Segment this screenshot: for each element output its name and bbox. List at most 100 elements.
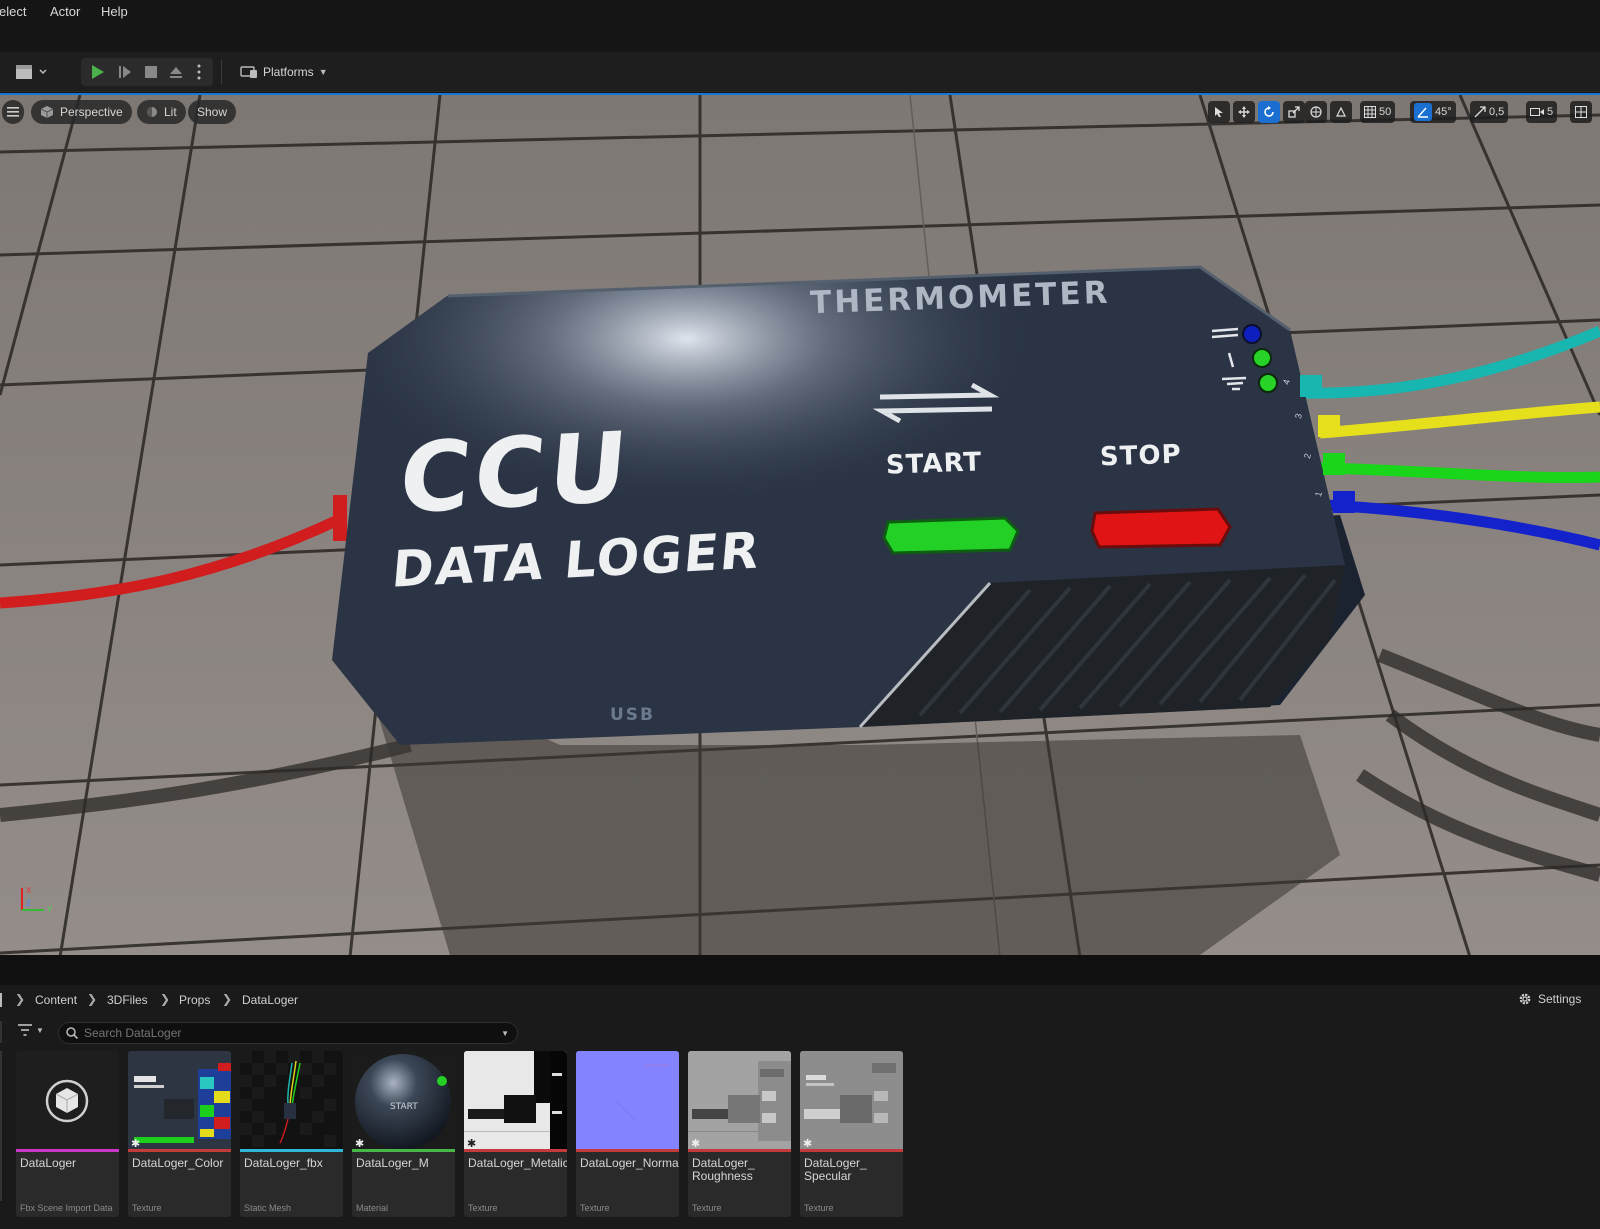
asset-name: DataLoger_Metalic <box>468 1156 567 1170</box>
material-sphere-preview: START <box>355 1054 451 1149</box>
scene-import-icon <box>45 1079 89 1123</box>
asset-tile[interactable]: ✱ DataLoger_ Roughness Texture <box>688 1051 791 1217</box>
chevron-right-icon: ❯ <box>87 992 98 1006</box>
breadcrumb-dataloger[interactable]: DataLoger <box>242 993 298 1007</box>
asset-type: Texture <box>580 1203 610 1213</box>
viewport-menu-button[interactable] <box>2 100 24 124</box>
grid-snap-button: 50 <box>1360 101 1396 123</box>
settings-label: Settings <box>1538 992 1582 1006</box>
asset-type: Fbx Scene Import Data <box>20 1203 113 1213</box>
chevron-right-icon: ❯ <box>15 992 26 1006</box>
asset-tile[interactable]: DataLoger_fbx Static Mesh <box>240 1051 343 1217</box>
breadcrumb-3dfiles[interactable]: 3DFiles <box>107 993 148 1007</box>
play-icon[interactable] <box>86 61 108 83</box>
asset-name: DataLoger <box>20 1156 77 1170</box>
chevron-down-icon: ▼ <box>318 67 328 77</box>
settings-button[interactable]: Settings <box>1518 992 1581 1006</box>
select-mode-icon[interactable] <box>1208 101 1230 123</box>
camera-speed-control[interactable]: 5 <box>1526 99 1558 125</box>
menu-actor[interactable]: Actor <box>50 4 80 19</box>
asset-grid: DataLoger Fbx Scene Import Data ✱ DataLo… <box>0 1051 1600 1229</box>
chevron-right-icon: ❯ <box>160 992 171 1006</box>
perspective-button[interactable]: Perspective <box>31 100 132 124</box>
lit-button[interactable]: Lit <box>137 100 186 124</box>
star-icon: ✱ <box>131 1138 141 1149</box>
color-texture-preview <box>128 1051 231 1149</box>
asset-thumbnail: ✱ <box>464 1051 567 1149</box>
main-toolbar: Platforms ▼ <box>0 52 1600 92</box>
transform-tools <box>1208 99 1305 125</box>
asset-tile[interactable]: DataLoger Fbx Scene Import Data <box>16 1051 119 1217</box>
camera-speed-value: 5 <box>1547 106 1554 118</box>
layout-grid-icon[interactable] <box>1570 101 1592 123</box>
scale-icon[interactable] <box>1283 101 1305 123</box>
breadcrumb-props[interactable]: Props <box>179 993 210 1007</box>
content-browser-header: ❯ Content ❯ 3DFiles ❯ Props ❯ DataLoger … <box>0 985 1600 1015</box>
translate-icon[interactable] <box>1233 101 1255 123</box>
eject-icon[interactable] <box>165 61 187 83</box>
panel-gap <box>0 955 1600 985</box>
world-space-icon[interactable] <box>1305 101 1327 123</box>
axis-z-label: Z <box>26 899 31 908</box>
asset-type: Texture <box>804 1203 834 1213</box>
filter-icon <box>18 1024 32 1036</box>
asset-type-color-bar <box>128 1149 231 1152</box>
stop-label: STOP <box>1099 439 1183 473</box>
grid-icon <box>1364 106 1376 118</box>
axis-x-label: X <box>26 886 32 895</box>
asset-name: DataLoger_fbx <box>244 1156 323 1170</box>
asset-thumbnail <box>16 1051 119 1149</box>
stop-icon[interactable] <box>140 61 162 83</box>
asset-type-color-bar <box>800 1149 903 1152</box>
start-label: START <box>885 447 983 481</box>
toolbar-divider <box>221 60 222 84</box>
menu-help[interactable]: Help <box>101 4 128 19</box>
breadcrumb-content[interactable]: Content <box>35 993 77 1007</box>
asset-type-color-bar <box>352 1149 455 1152</box>
platforms-button[interactable]: Platforms ▼ <box>240 61 328 83</box>
cube-icon <box>40 106 54 118</box>
metallic-texture-preview <box>464 1051 567 1149</box>
clapper-icon[interactable] <box>14 61 50 83</box>
filter-button[interactable]: ▼ <box>18 1024 44 1036</box>
asset-tile[interactable]: DataLoger_Normal Texture <box>576 1051 679 1217</box>
menu-select[interactable]: elect <box>0 4 26 19</box>
lit-sphere-icon <box>147 107 157 117</box>
more-options-icon[interactable] <box>192 61 206 83</box>
search-box: ▼ <box>58 1022 518 1044</box>
chevron-down-icon: ▼ <box>36 1025 44 1035</box>
panel-edge <box>0 1021 2 1043</box>
rotate-icon[interactable] <box>1258 101 1280 123</box>
search-input[interactable] <box>84 1026 502 1040</box>
asset-type-color-bar <box>464 1149 567 1152</box>
surface-snap-icon[interactable] <box>1330 101 1352 123</box>
asset-tile[interactable]: START ✱ DataLoger_M Material <box>352 1051 455 1217</box>
search-icon <box>66 1027 78 1039</box>
asset-tile[interactable]: ✱ DataLoger_Color Texture <box>128 1051 231 1217</box>
show-button[interactable]: Show <box>188 100 237 124</box>
asset-name: DataLoger_ Roughness <box>692 1156 755 1183</box>
asset-thumbnail: ✱ <box>688 1051 791 1149</box>
chevron-down-icon[interactable]: ▼ <box>501 1029 509 1038</box>
panel-edge <box>0 1051 2 1201</box>
show-label: Show <box>197 105 228 119</box>
coordinate-tools <box>1305 99 1352 125</box>
asset-tile[interactable]: ✱ DataLoger_ Specular Texture <box>800 1051 903 1217</box>
asset-type: Texture <box>132 1203 162 1213</box>
asset-type-color-bar <box>576 1149 679 1152</box>
asset-type: Static Mesh <box>244 1203 292 1213</box>
step-icon[interactable] <box>114 61 136 83</box>
star-icon: ✱ <box>691 1138 701 1149</box>
mesh-preview <box>240 1051 336 1147</box>
level-viewport[interactable]: THERMOMETER CCU DATA LOGER START STOP US… <box>0 93 1600 955</box>
scale-snap-control[interactable]: 0,5 <box>1470 99 1509 125</box>
asset-type-color-bar <box>240 1149 343 1152</box>
star-icon: ✱ <box>355 1138 365 1149</box>
viewport-layout-control[interactable] <box>1570 99 1592 125</box>
grid-snap-control[interactable]: 50 <box>1360 99 1396 125</box>
usb-label: USB <box>610 705 656 725</box>
normal-texture-preview <box>576 1051 679 1149</box>
asset-tile[interactable]: ✱ DataLoger_Metalic Texture <box>464 1051 567 1217</box>
rotation-snap-control[interactable]: 45° <box>1410 99 1456 125</box>
panel-edge <box>0 993 2 1007</box>
